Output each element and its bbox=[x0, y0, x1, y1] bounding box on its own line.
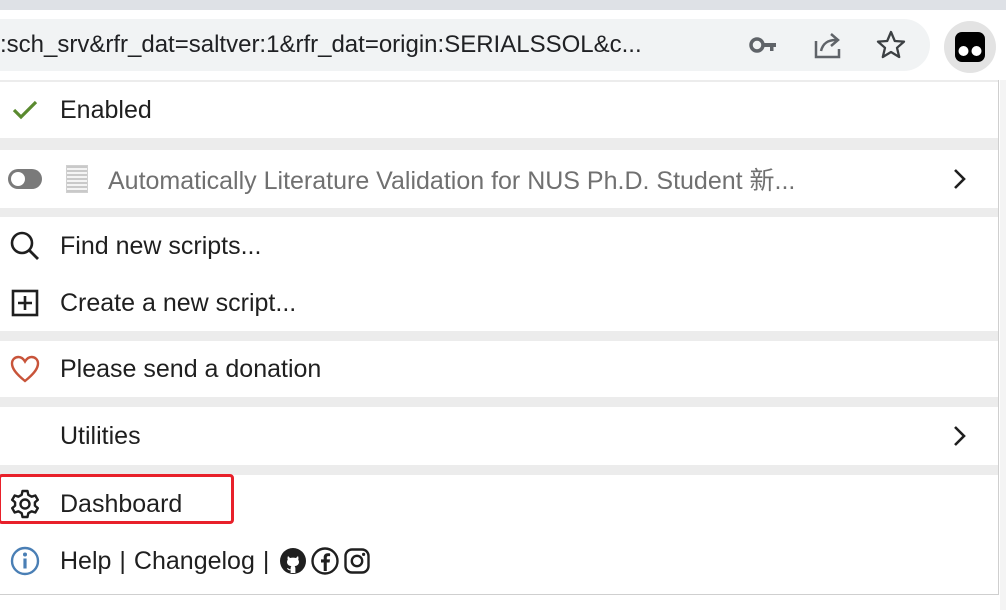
separator: | bbox=[119, 546, 126, 575]
enabled-label: Enabled bbox=[60, 95, 152, 124]
tab-strip bbox=[0, 0, 1006, 10]
chevron-right-icon[interactable] bbox=[948, 164, 972, 194]
search-icon bbox=[8, 229, 42, 263]
plus-square-icon bbox=[8, 286, 42, 320]
star-icon[interactable] bbox=[873, 27, 909, 63]
help-row: Help | Changelog | bbox=[0, 533, 998, 589]
script-favicon-icon bbox=[66, 165, 88, 193]
scripts-actions-section: Find new scripts... Create a new script.… bbox=[0, 217, 998, 331]
help-links: Help | Changelog | bbox=[60, 547, 371, 576]
chevron-right-icon[interactable] bbox=[948, 421, 972, 451]
find-new-scripts-item[interactable]: Find new scripts... bbox=[0, 218, 998, 274]
url-text[interactable]: :sch_srv&rfr_dat=saltver:1&rfr_dat=origi… bbox=[0, 19, 690, 71]
separator: | bbox=[262, 546, 270, 575]
donation-section: Please send a donation bbox=[0, 341, 998, 397]
utilities-label: Utilities bbox=[60, 421, 141, 450]
key-icon[interactable] bbox=[745, 27, 781, 63]
heart-icon bbox=[8, 352, 42, 386]
scripts-section: Automatically Literature Validation for … bbox=[0, 150, 998, 208]
address-bar[interactable]: :sch_srv&rfr_dat=saltver:1&rfr_dat=origi… bbox=[0, 19, 930, 71]
instagram-icon[interactable] bbox=[343, 547, 371, 575]
facebook-icon[interactable] bbox=[311, 547, 340, 575]
tampermonkey-popup-menu: Enabled Automatically Literature Validat… bbox=[0, 80, 999, 595]
changelog-link[interactable]: Changelog bbox=[134, 547, 255, 576]
script-toggle[interactable] bbox=[8, 169, 42, 189]
donation-label: Please send a donation bbox=[60, 354, 322, 383]
create-new-script-label: Create a new script... bbox=[60, 288, 297, 317]
share-icon[interactable] bbox=[810, 27, 846, 63]
utilities-item[interactable]: Utilities bbox=[0, 408, 998, 464]
enabled-section: Enabled bbox=[0, 82, 998, 138]
script-item[interactable]: Automatically Literature Validation for … bbox=[0, 151, 998, 207]
tampermonkey-extension-button[interactable] bbox=[944, 21, 996, 73]
utilities-section: Utilities bbox=[0, 407, 998, 465]
find-new-scripts-label: Find new scripts... bbox=[60, 231, 262, 260]
enabled-toggle-item[interactable]: Enabled bbox=[0, 82, 998, 138]
browser-toolbar: :sch_srv&rfr_dat=saltver:1&rfr_dat=origi… bbox=[0, 10, 1006, 80]
create-new-script-item[interactable]: Create a new script... bbox=[0, 275, 998, 331]
info-icon bbox=[8, 544, 42, 578]
script-name: Automatically Literature Validation for … bbox=[108, 167, 796, 195]
check-icon bbox=[8, 93, 42, 127]
dashboard-highlight-box bbox=[0, 474, 234, 524]
tampermonkey-icon bbox=[955, 32, 985, 62]
help-link[interactable]: Help bbox=[60, 547, 111, 576]
page-background bbox=[1000, 80, 1006, 610]
donation-item[interactable]: Please send a donation bbox=[0, 341, 998, 397]
github-icon[interactable] bbox=[279, 547, 307, 575]
